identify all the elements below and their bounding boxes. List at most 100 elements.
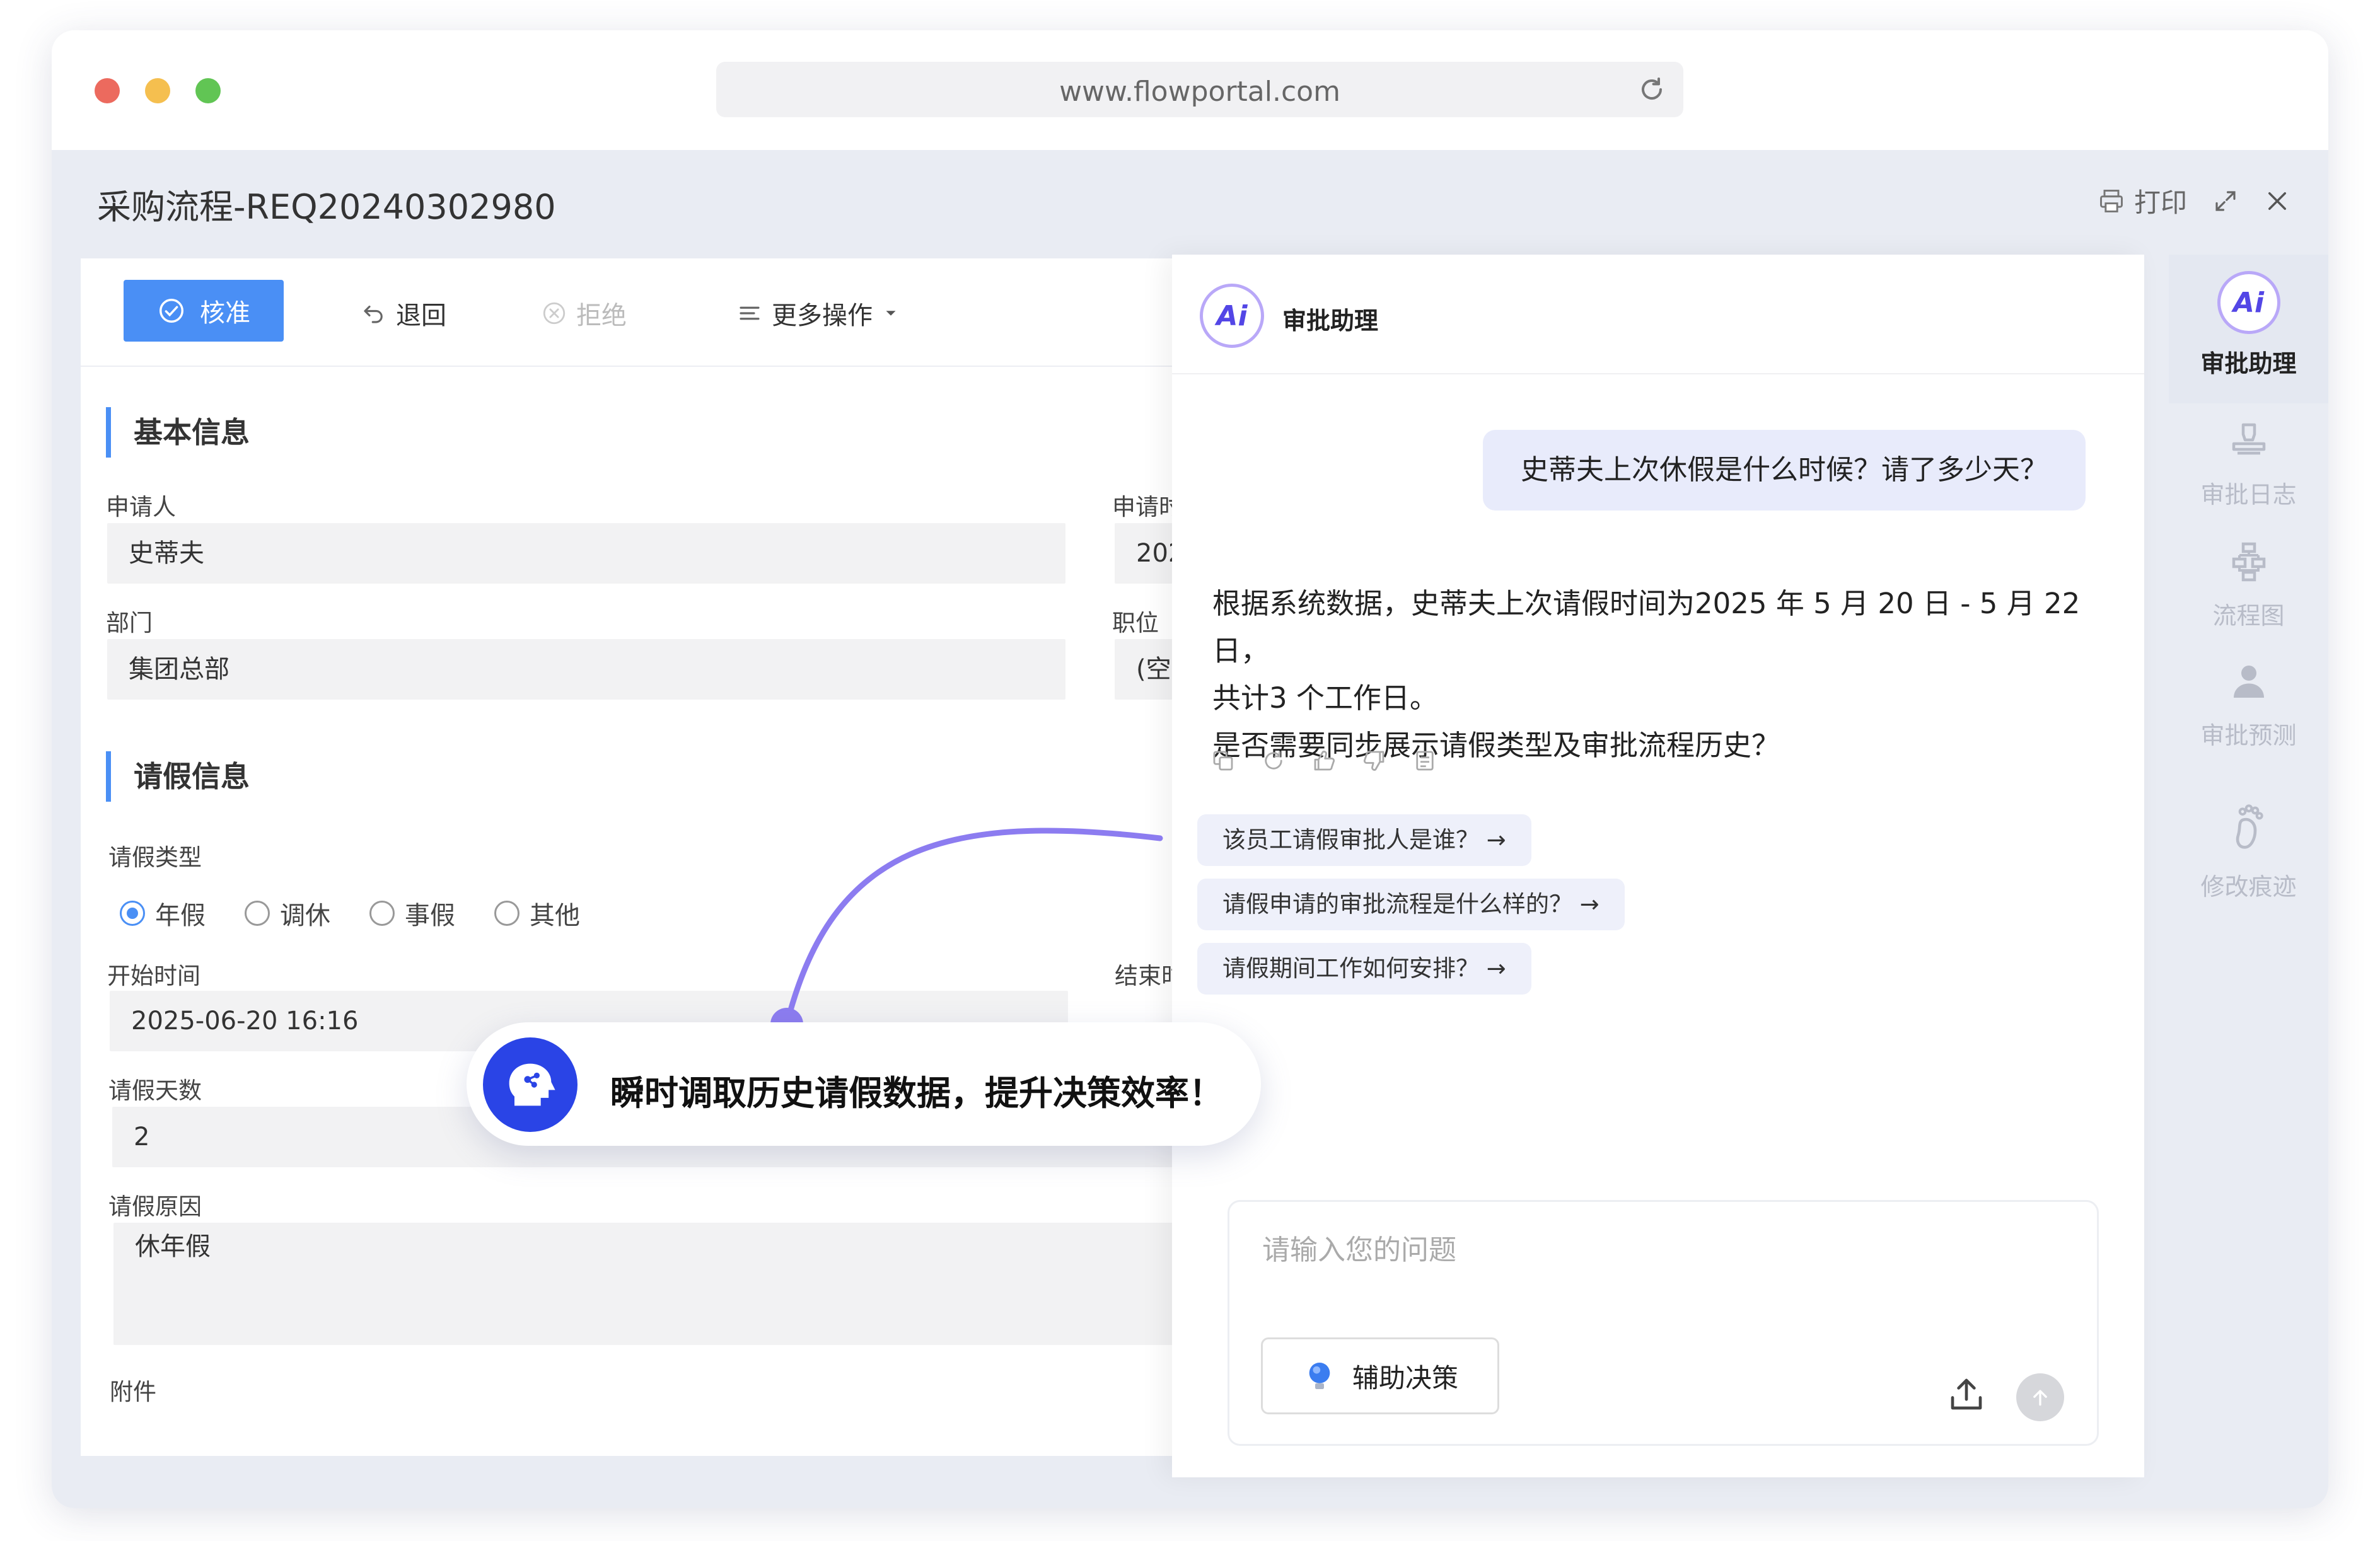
assistant-answer: 根据系统数据，史蒂夫上次请假时间为2025 年 5 月 20 日 - 5 月 2… (1212, 580, 2120, 769)
ai-badge-icon: Ai (2217, 271, 2280, 334)
rail-item-label: 修改痕迹 (2200, 873, 2297, 901)
footprint-icon (2236, 804, 2263, 849)
radio-compensatory-leave[interactable]: 调休 (245, 895, 330, 932)
start-time-label: 开始时间 (107, 962, 200, 990)
leave-info-title: 请假信息 (106, 751, 250, 802)
maximize-window-dot[interactable] (195, 78, 221, 103)
leave-type-label: 请假类型 (108, 844, 202, 871)
applicant-field[interactable]: 史蒂夫 (107, 523, 1065, 584)
radio-other-label: 其他 (530, 901, 580, 930)
brain-head-icon (483, 1037, 578, 1132)
basic-info-title: 基本信息 (106, 407, 250, 458)
applicant-label: 申请人 (106, 493, 176, 521)
radio-personal-leave[interactable]: 事假 (369, 895, 455, 932)
minimize-window-dot[interactable] (145, 78, 170, 103)
suggestion-chip[interactable]: 该员工请假审批人是谁？ → (1197, 814, 1531, 866)
return-button[interactable]: 退回 (361, 295, 446, 332)
menu-lines-icon (740, 306, 760, 320)
thumbs-up-icon[interactable] (1311, 747, 1337, 774)
chat-input-placeholder: 请输入您的问题 (1262, 1234, 1456, 1266)
assist-decision-label: 辅助决策 (1352, 1362, 1458, 1394)
note-icon[interactable] (1412, 747, 1438, 774)
answer-line: 共计3 个工作日。 (1212, 681, 1438, 715)
rail-item-approval-assistant[interactable]: Ai 审批助理 (2169, 255, 2328, 403)
department-field[interactable]: 集团总部 (107, 639, 1065, 700)
person-icon (2233, 666, 2264, 698)
page-title: 采购流程-REQ20240302980 (97, 187, 556, 227)
rail-item-flowchart[interactable]: 流程图 (2169, 538, 2328, 631)
more-actions-label: 更多操作 (772, 301, 873, 330)
message-actions (1210, 747, 1438, 774)
suggestion-chip[interactable]: 请假申请的审批流程是什么样的？ → (1197, 879, 1625, 930)
position-label: 职位 (1112, 609, 1159, 637)
leave-type-radio-group: 年假 调休 事假 其他 (120, 895, 580, 932)
radio-annual-label: 年假 (155, 901, 206, 930)
address-bar[interactable]: www.flowportal.com (716, 62, 1683, 117)
leave-reason-textarea[interactable]: 休年假 (113, 1223, 1185, 1345)
more-actions-dropdown[interactable]: 更多操作 (736, 295, 900, 332)
lightbulb-icon (1309, 1363, 1330, 1389)
return-label: 退回 (396, 301, 446, 330)
assist-decision-button[interactable]: 辅助决策 (1261, 1337, 1499, 1414)
reload-icon[interactable] (1637, 74, 1667, 105)
chat-input-box[interactable]: 请输入您的问题 辅助决策 (1228, 1200, 2099, 1446)
department-label: 部门 (106, 609, 153, 637)
rail-item-label: 流程图 (2212, 602, 2285, 630)
return-arrow-icon (364, 305, 383, 323)
thumbs-down-icon[interactable] (1361, 747, 1388, 774)
approve-button[interactable]: 核准 (124, 280, 284, 342)
stamp-icon (2232, 423, 2265, 455)
rail-item-approval-log[interactable]: 审批日志 (2169, 417, 2328, 510)
radio-compensatory-label: 调休 (280, 901, 330, 930)
rail-item-label: 审批预测 (2200, 722, 2297, 749)
refresh-icon[interactable] (1260, 747, 1287, 774)
radio-unselected-icon (494, 901, 520, 926)
close-icon[interactable] (2264, 188, 2290, 214)
answer-line: 根据系统数据，史蒂夫上次请假时间为2025 年 5 月 20 日 - 5 月 2… (1212, 587, 2081, 667)
approval-assistant-panel: Ai 审批助理 史蒂夫上次休假是什么时候？请了多少天？ 根据系统数据，史蒂夫上次… (1172, 255, 2144, 1477)
radio-unselected-icon (245, 901, 270, 926)
leave-days-label: 请假天数 (108, 1077, 202, 1104)
browser-window: www.flowportal.com 采购流程-REQ20240302980 打… (52, 30, 2328, 1508)
ai-badge-icon: Ai (1200, 284, 1264, 348)
side-rail: Ai 审批助理 审批日志 流程图 审批预测 修改痕迹 (2169, 255, 2328, 1477)
upload-icon[interactable] (1946, 1373, 1987, 1415)
browser-titlebar: www.flowportal.com (52, 30, 2328, 150)
rail-item-revision-trace[interactable]: 修改痕迹 (2169, 798, 2328, 902)
radio-unselected-icon (369, 901, 395, 926)
approval-form: 核准 退回 拒绝 更多操作 基本信息 申请人 史蒂夫 申请时 202 部门 集团… (81, 258, 1185, 1456)
radio-other-leave[interactable]: 其他 (494, 895, 580, 932)
feature-callout: 瞬时调取历史请假数据，提升决策效率！ (467, 1022, 1261, 1146)
approve-label: 核准 (200, 299, 250, 328)
rail-item-label: 审批日志 (2200, 481, 2297, 509)
suggestion-chip[interactable]: 请假期间工作如何安排？ → (1197, 943, 1531, 995)
rail-item-approval-forecast[interactable]: 审批预测 (2169, 658, 2328, 751)
chat-title: 审批助理 (1282, 307, 1379, 335)
radio-annual-leave[interactable]: 年假 (120, 895, 206, 932)
reject-button[interactable]: 拒绝 (541, 295, 627, 332)
print-button[interactable]: 打印 (2098, 182, 2187, 220)
printer-icon (2100, 189, 2123, 212)
radio-selected-icon (120, 901, 145, 926)
user-message: 史蒂夫上次休假是什么时候？请了多少天？ (1483, 430, 2086, 511)
header-actions: 打印 (2098, 182, 2290, 220)
url-text: www.flowportal.com (1059, 76, 1340, 108)
reject-circle-icon (543, 302, 566, 325)
leave-reason-label: 请假原因 (108, 1193, 202, 1220)
check-circle-icon (160, 299, 183, 323)
rail-item-label: 审批助理 (2200, 350, 2297, 378)
app-body: 采购流程-REQ20240302980 打印 核准 退回 拒绝 更多操作 基本信… (52, 150, 2328, 1508)
reject-label: 拒绝 (576, 301, 627, 330)
chat-header: Ai 审批助理 (1172, 255, 2144, 374)
radio-personal-label: 事假 (405, 901, 455, 930)
print-label: 打印 (2133, 187, 2187, 218)
close-window-dot[interactable] (95, 78, 120, 103)
flowchart-icon (2232, 542, 2265, 582)
callout-text: 瞬时调取历史请假数据，提升决策效率！ (610, 1073, 1223, 1113)
caret-down-icon (886, 311, 896, 316)
expand-icon[interactable] (2212, 188, 2239, 214)
send-button[interactable] (2016, 1373, 2064, 1421)
arrow-up-icon (2033, 1390, 2047, 1406)
copy-icon[interactable] (1210, 747, 1236, 774)
attachment-label: 附件 (110, 1378, 156, 1405)
